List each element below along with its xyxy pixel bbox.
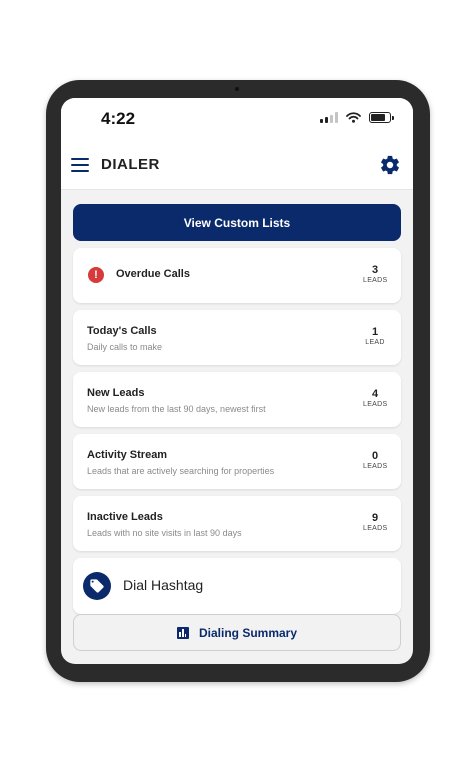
tag-icon xyxy=(83,572,111,600)
dialing-summary-button[interactable]: Dialing Summary xyxy=(73,614,401,651)
lead-count-number: 1 xyxy=(371,326,379,338)
lead-count-number: 4 xyxy=(371,388,379,400)
signal-icon xyxy=(320,112,338,123)
dialing-summary-label: Dialing Summary xyxy=(198,625,298,640)
lead-count-number: 0 xyxy=(371,450,379,462)
list-title: Activity Stream xyxy=(87,449,168,461)
list-subtitle: New leads from the last 90 days, newest … xyxy=(87,404,266,414)
system-icons xyxy=(320,112,394,123)
lead-count: 9 LEADS xyxy=(363,512,387,532)
tablet-frame: 4:22 DIALER View Custom Lists ! Overdue … xyxy=(46,80,430,682)
bar-chart-icon xyxy=(176,626,189,639)
lead-count-unit: LEADS xyxy=(363,277,388,284)
app-screen: 4:22 DIALER View Custom Lists ! Overdue … xyxy=(61,98,413,664)
lead-count-unit: LEAD xyxy=(365,339,385,346)
list-card-overdue-calls[interactable]: ! Overdue Calls 3 LEADS xyxy=(73,248,401,303)
dial-hashtag-card[interactable]: Dial Hashtag xyxy=(73,558,401,614)
list-card-activity-stream[interactable]: Activity Stream Leads that are actively … xyxy=(73,434,401,489)
view-custom-lists-button[interactable]: View Custom Lists xyxy=(73,204,401,241)
app-header: DIALER xyxy=(61,142,413,190)
lead-count-unit: LEADS xyxy=(363,463,388,470)
lead-count-number: 3 xyxy=(371,264,379,276)
list-card-todays-calls[interactable]: Today's Calls Daily calls to make 1 LEAD xyxy=(73,310,401,365)
main-content: View Custom Lists ! Overdue Calls 3 LEAD… xyxy=(73,204,401,614)
lead-count: 1 LEAD xyxy=(363,326,387,346)
list-card-new-leads[interactable]: New Leads New leads from the last 90 day… xyxy=(73,372,401,427)
lead-count: 0 LEADS xyxy=(363,450,387,470)
hamburger-menu-icon[interactable] xyxy=(71,158,89,172)
list-title: Today's Calls xyxy=(87,325,157,337)
gear-icon[interactable] xyxy=(379,154,401,176)
lead-count: 3 LEADS xyxy=(363,264,387,284)
list-title: Overdue Calls xyxy=(116,268,190,280)
camera xyxy=(235,87,239,91)
list-title: Inactive Leads xyxy=(87,511,163,523)
battery-icon xyxy=(369,112,394,123)
status-bar: 4:22 xyxy=(61,98,413,142)
list-card-inactive-leads[interactable]: Inactive Leads Leads with no site visits… xyxy=(73,496,401,551)
list-subtitle: Daily calls to make xyxy=(87,342,163,352)
lead-count-unit: LEADS xyxy=(363,401,388,408)
lead-count: 4 LEADS xyxy=(363,388,387,408)
lead-count-number: 9 xyxy=(371,512,379,524)
list-subtitle: Leads with no site visits in last 90 day… xyxy=(87,528,242,538)
wifi-icon xyxy=(346,112,361,123)
list-subtitle: Leads that are actively searching for pr… xyxy=(87,466,275,476)
status-time: 4:22 xyxy=(101,109,136,128)
page-title: DIALER xyxy=(101,156,160,173)
alert-icon: ! xyxy=(88,267,104,283)
list-title: New Leads xyxy=(87,387,145,399)
lead-count-unit: LEADS xyxy=(363,525,388,532)
dial-hashtag-label: Dial Hashtag xyxy=(123,577,204,593)
